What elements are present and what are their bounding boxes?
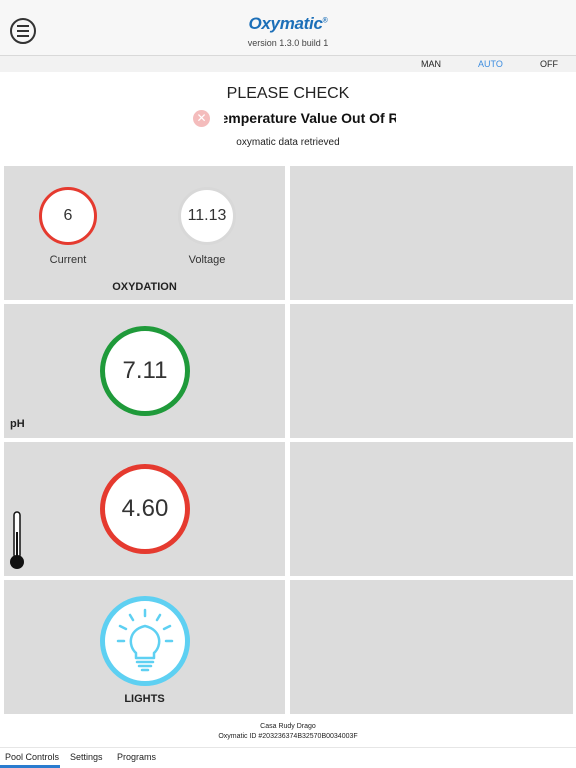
temperature-tile[interactable]: 4.60	[4, 442, 285, 576]
empty-tile-2	[290, 304, 573, 438]
empty-tile-1	[290, 166, 573, 300]
oxydation-title: OXYDATION	[112, 281, 177, 293]
lights-tile[interactable]: LIGHTS	[4, 580, 285, 714]
tab-settings[interactable]: Settings	[70, 752, 103, 762]
empty-tile-4	[290, 580, 573, 714]
dashboard-grid: 6 Current 11.13 Voltage OXYDATION 7.11 p…	[0, 164, 576, 716]
ph-label: pH	[10, 418, 25, 430]
logo-text: Oxymatic	[248, 14, 323, 33]
thermometer-icon	[10, 511, 24, 569]
mode-man-button[interactable]: MAN	[421, 59, 441, 69]
app-root: Oxymatic® version 1.3.0 build 1 MAN AUTO…	[0, 0, 576, 768]
status-title: PLEASE CHECK	[226, 85, 350, 102]
alert-text: Temperature Value Out Of Range	[224, 110, 396, 126]
oxydation-tile[interactable]: 6 Current 11.13 Voltage OXYDATION	[4, 166, 285, 300]
bottom-tab-bar: Pool Controls Settings Programs	[0, 747, 576, 768]
logo-reg-mark: ®	[322, 17, 328, 25]
error-x-icon[interactable]: ✕	[193, 110, 210, 127]
mode-bar: MAN AUTO OFF	[0, 56, 576, 72]
lights-ring	[100, 596, 190, 686]
temperature-ring: 4.60	[100, 464, 190, 554]
status-message: oxymatic data retrieved	[236, 137, 340, 148]
version-label: version 1.3.0 build 1	[247, 38, 329, 48]
app-header: Oxymatic® version 1.3.0 build 1	[0, 0, 576, 56]
installation-name: Casa Rudy Drago	[260, 723, 316, 730]
voltage-label: Voltage	[188, 254, 226, 266]
voltage-ring: 11.13	[178, 187, 236, 245]
mode-auto-button[interactable]: AUTO	[478, 59, 503, 69]
tab-pool-controls[interactable]: Pool Controls	[5, 752, 59, 762]
oxymatic-logo: Oxymatic®	[0, 14, 576, 34]
lightbulb-icon	[116, 608, 174, 672]
alert-marquee: Temperature Value Out Of Range	[224, 110, 396, 126]
oxymatic-id: Oxymatic ID #203236374B32570B0034003F	[218, 733, 358, 740]
current-ring: 6	[39, 187, 97, 245]
alert-row: ✕ Temperature Value Out Of Range	[0, 109, 576, 129]
tab-programs[interactable]: Programs	[117, 752, 156, 762]
mode-off-button[interactable]: OFF	[540, 59, 558, 69]
lights-label: LIGHTS	[124, 693, 165, 705]
ph-ring: 7.11	[100, 326, 190, 416]
ph-tile[interactable]: 7.11 pH	[4, 304, 285, 438]
current-label: Current	[49, 254, 87, 266]
empty-tile-3	[290, 442, 573, 576]
